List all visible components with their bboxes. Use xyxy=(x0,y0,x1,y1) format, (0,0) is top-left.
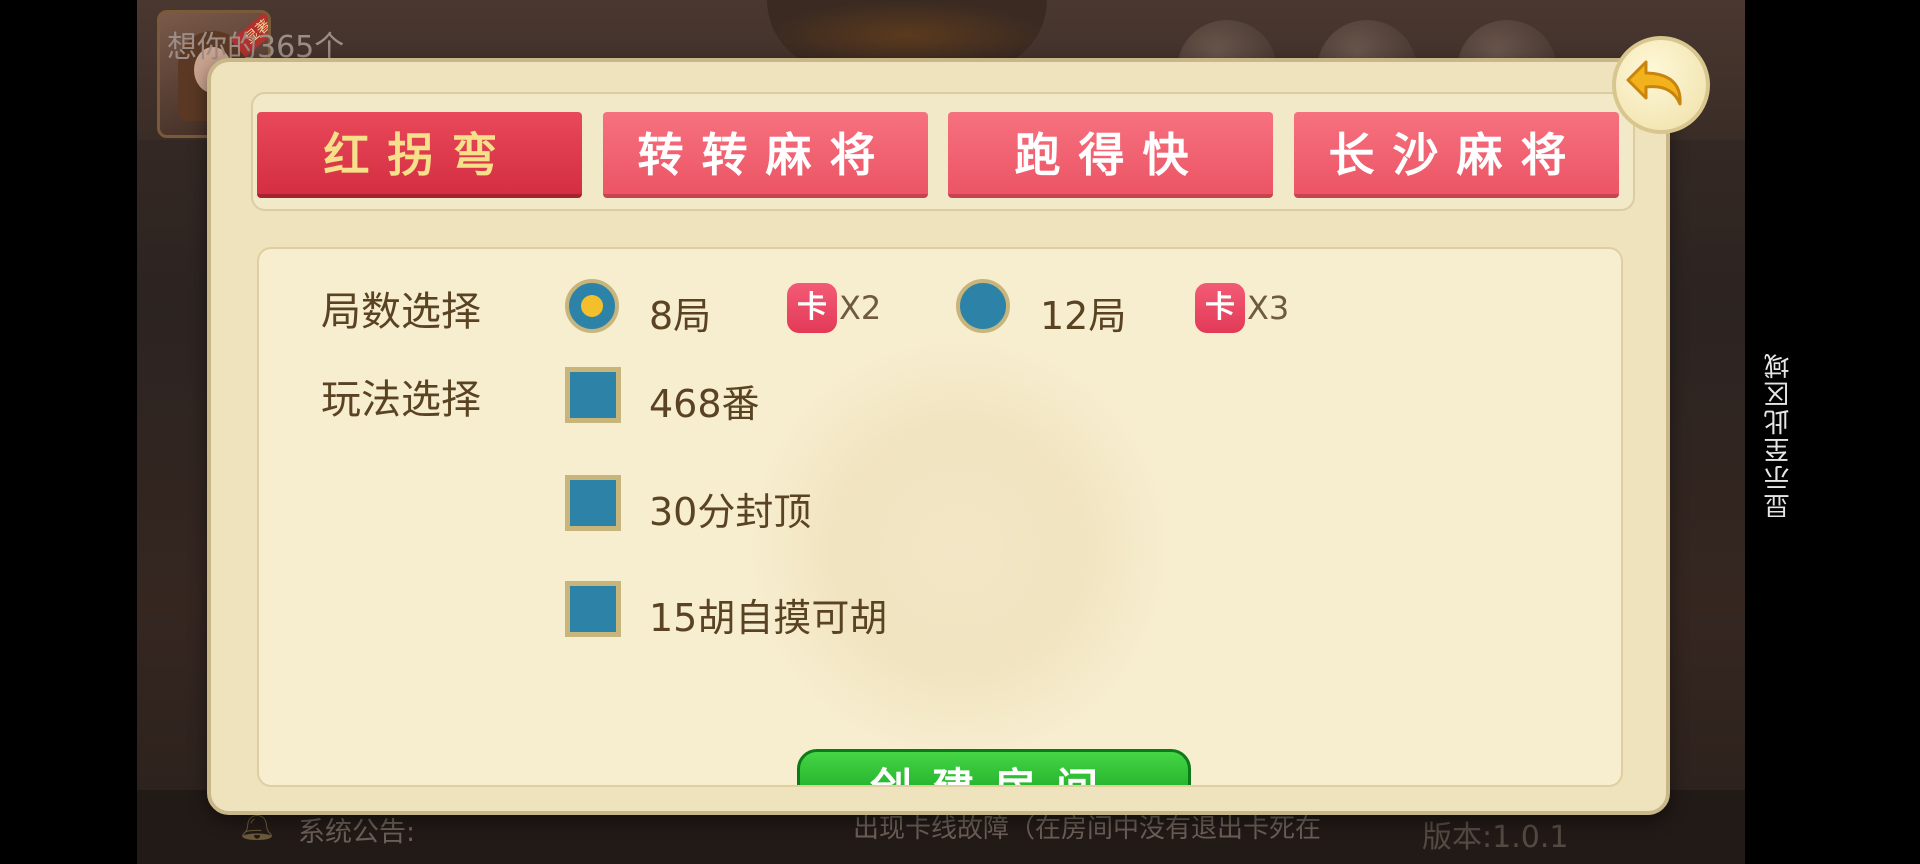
option-8-rounds-text: 8局 xyxy=(649,294,712,338)
checkbox-15-hu-zimo[interactable] xyxy=(565,581,621,637)
rounds-label: 局数选择 xyxy=(321,289,481,335)
back-button[interactable] xyxy=(1612,36,1710,134)
card-cost-12-rounds: X3 xyxy=(1247,289,1290,327)
radio-selected-dot xyxy=(581,295,603,317)
undo-arrow-icon xyxy=(1626,60,1682,106)
tab-zhuan-zhuan-majiang[interactable]: 转转麻将 xyxy=(603,112,928,198)
option-30-cap-text: 30分封顶 xyxy=(649,490,812,534)
game-type-tabs: 红拐弯 转转麻将 跑得快 长沙麻将 xyxy=(257,112,1629,202)
options-panel: 局数选择 8局 卡 X2 12局 卡 X3 玩法选择 468番 30分封顶 15… xyxy=(257,247,1623,787)
decorative-watermark xyxy=(749,339,1169,759)
option-12-rounds-text: 12局 xyxy=(1040,294,1127,338)
side-hint-text: 显示至此区域 xyxy=(1764,351,1794,519)
tab-hong-guai-wan[interactable]: 红拐弯 xyxy=(257,112,582,198)
card-cost-8-rounds: X2 xyxy=(839,289,882,327)
checkbox-468-fan[interactable] xyxy=(565,367,621,423)
checkbox-30-cap[interactable] xyxy=(565,475,621,531)
radio-12-rounds[interactable] xyxy=(956,279,1010,333)
radio-8-rounds[interactable] xyxy=(565,279,619,333)
room-card-icon: 卡 xyxy=(1195,283,1245,333)
play-mode-label: 玩法选择 xyxy=(321,377,481,423)
notice-label: 系统公告: xyxy=(298,817,416,848)
room-card-icon: 卡 xyxy=(787,283,837,333)
tab-pao-de-kuai[interactable]: 跑得快 xyxy=(948,112,1273,198)
tab-changsha-majiang[interactable]: 长沙麻将 xyxy=(1294,112,1619,198)
version-text: 版本:1.0.1 xyxy=(1422,820,1569,855)
option-15-hu-zimo-text: 15胡自摸可胡 xyxy=(649,596,888,640)
create-room-dialog: 红拐弯 转转麻将 跑得快 长沙麻将 局数选择 8局 卡 X2 12局 卡 X3 … xyxy=(207,58,1670,815)
create-room-button[interactable]: 创建房间 xyxy=(797,749,1191,785)
option-468-fan-text: 468番 xyxy=(649,382,760,426)
